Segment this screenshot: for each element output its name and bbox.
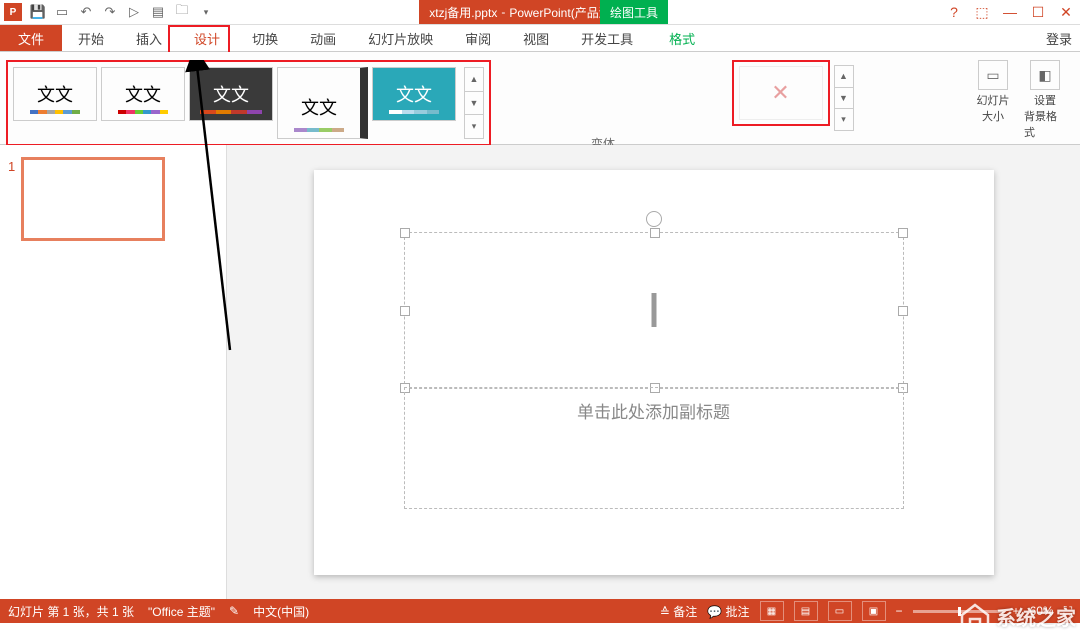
- text-cursor: [651, 293, 656, 327]
- scroll-up-icon[interactable]: ▲: [835, 66, 853, 88]
- tab-slideshow[interactable]: 幻灯片放映: [352, 25, 449, 51]
- tab-file[interactable]: 文件: [0, 25, 62, 51]
- folder-icon[interactable]: 🗀: [170, 0, 194, 24]
- background-format-icon: ◧: [1030, 60, 1060, 90]
- slide-canvas[interactable]: 单击此处添加副标题: [314, 170, 994, 575]
- undo-icon[interactable]: ↶: [74, 0, 98, 24]
- tab-format[interactable]: 格式: [649, 25, 715, 51]
- tab-home[interactable]: 开始: [62, 25, 120, 51]
- theme-item-2[interactable]: 文文: [101, 67, 185, 121]
- subtitle-placeholder[interactable]: 单击此处添加副标题: [404, 387, 904, 509]
- login-link[interactable]: 登录: [1046, 25, 1072, 51]
- variant-gallery: ✕: [732, 60, 830, 126]
- title-center: xtzj备用.pptx - PowerPoint(产品激活失败): [260, 0, 820, 24]
- folder-open-icon[interactable]: ▭: [50, 0, 74, 24]
- slide-editor[interactable]: 单击此处添加副标题: [227, 145, 1080, 599]
- quick-access-toolbar: P 💾 ▭ ↶ ↷ ▷ ▤ 🗀 ▾: [0, 0, 218, 24]
- slide-size-icon: ▭: [978, 60, 1008, 90]
- status-slide-info[interactable]: 幻灯片 第 1 张，共 1 张: [8, 603, 134, 620]
- fit-window-icon[interactable]: ⛶: [1064, 604, 1072, 619]
- status-theme: "Office 主题": [148, 603, 215, 620]
- redo-icon[interactable]: ↷: [98, 0, 122, 24]
- app-icon: P: [4, 3, 22, 21]
- variant-gallery-more[interactable]: ▲▼▾: [834, 65, 854, 131]
- ribbon-tabs: 文件 开始 插入 设计 切换 动画 幻灯片放映 审阅 视图 开发工具 格式 登录: [0, 25, 1080, 52]
- help-button[interactable]: ?: [940, 0, 968, 24]
- ribbon-toggle-button[interactable]: ⬚: [968, 0, 996, 24]
- tab-view[interactable]: 视图: [507, 25, 565, 51]
- play-icon[interactable]: ▷: [122, 0, 146, 24]
- spellcheck-icon[interactable]: ✎: [229, 604, 239, 618]
- normal-view-icon[interactable]: ▦: [760, 601, 784, 621]
- slide-size-button[interactable]: ▭ 幻灯片 大小: [972, 60, 1014, 140]
- resize-handle[interactable]: [400, 306, 410, 316]
- scroll-up-icon[interactable]: ▲: [465, 68, 483, 92]
- comments-button[interactable]: 💬 批注: [707, 603, 749, 620]
- theme-item-5[interactable]: 文文: [372, 67, 456, 121]
- save-icon[interactable]: 💾: [26, 0, 50, 24]
- sorter-view-icon[interactable]: ▤: [794, 601, 818, 621]
- background-format-button[interactable]: ◧ 设置 背景格式: [1024, 60, 1066, 140]
- ribbon-content: 文文 文文 文文 文文 文文 ▲▼▾ 主题 ✕ ▲▼▾ 变体 ▭ 幻灯片 大小: [0, 52, 1080, 145]
- slide-number: 1: [8, 157, 15, 241]
- close-button[interactable]: ✕: [1052, 0, 1080, 24]
- themes-group: 文文 文文 文文 文文 文文 ▲▼▾ 主题: [0, 52, 497, 144]
- theme-item-1[interactable]: 文文: [13, 67, 97, 121]
- gallery-expand-icon[interactable]: ▾: [835, 109, 853, 130]
- theme-item-4[interactable]: 文文: [277, 67, 368, 139]
- resize-handle[interactable]: [650, 228, 660, 238]
- status-language[interactable]: 中文(中国): [253, 603, 309, 620]
- reading-view-icon[interactable]: ▭: [828, 601, 852, 621]
- notes-button[interactable]: ≙ 备注: [660, 603, 697, 620]
- zoom-in-icon[interactable]: +: [1013, 604, 1020, 618]
- title-filename: xtzj备用.pptx: [429, 4, 497, 21]
- slideshow-view-icon[interactable]: ▣: [862, 601, 886, 621]
- zoom-level[interactable]: 60%: [1030, 604, 1054, 618]
- variant-item[interactable]: ✕: [739, 66, 823, 120]
- window-controls: ? ⬚ — ☐ ✕: [940, 0, 1080, 24]
- maximize-button[interactable]: ☐: [1024, 0, 1052, 24]
- scroll-down-icon[interactable]: ▼: [465, 92, 483, 116]
- resize-handle[interactable]: [400, 228, 410, 238]
- slide-thumbnail[interactable]: [21, 157, 165, 241]
- minimize-button[interactable]: —: [996, 0, 1024, 24]
- subtitle-placeholder-text: 单击此处添加副标题: [577, 398, 730, 423]
- work-area: 1 单击此处添加副标题: [0, 145, 1080, 599]
- file-icon[interactable]: ▤: [146, 0, 170, 24]
- theme-gallery-more[interactable]: ▲▼▾: [464, 67, 484, 139]
- tab-developer[interactable]: 开发工具: [565, 25, 649, 51]
- title-placeholder[interactable]: [404, 232, 904, 389]
- title-bar: P 💾 ▭ ↶ ↷ ▷ ▤ 🗀 ▾ xtzj备用.pptx - PowerPoi…: [0, 0, 1080, 25]
- tab-design[interactable]: 设计: [178, 25, 236, 51]
- theme-gallery: 文文 文文 文文 文文 文文 ▲▼▾: [6, 60, 491, 146]
- zoom-out-icon[interactable]: −: [896, 604, 903, 618]
- theme-item-3[interactable]: 文文: [189, 67, 273, 121]
- resize-handle[interactable]: [898, 306, 908, 316]
- rotation-handle-icon[interactable]: [646, 211, 662, 227]
- tab-animations[interactable]: 动画: [294, 25, 352, 51]
- tab-insert[interactable]: 插入: [120, 25, 178, 51]
- zoom-slider[interactable]: [913, 610, 1003, 613]
- tab-transitions[interactable]: 切换: [236, 25, 294, 51]
- status-bar: 幻灯片 第 1 张，共 1 张 "Office 主题" ✎ 中文(中国) ≙ 备…: [0, 599, 1080, 623]
- qat-more-icon[interactable]: ▾: [194, 0, 218, 24]
- scroll-down-icon[interactable]: ▼: [835, 88, 853, 110]
- tab-review[interactable]: 审阅: [449, 25, 507, 51]
- slide-thumbnail-panel[interactable]: 1: [0, 145, 227, 599]
- context-tool-title: 绘图工具: [600, 0, 668, 24]
- resize-handle[interactable]: [898, 228, 908, 238]
- slide-thumbnail-item[interactable]: 1: [8, 157, 218, 241]
